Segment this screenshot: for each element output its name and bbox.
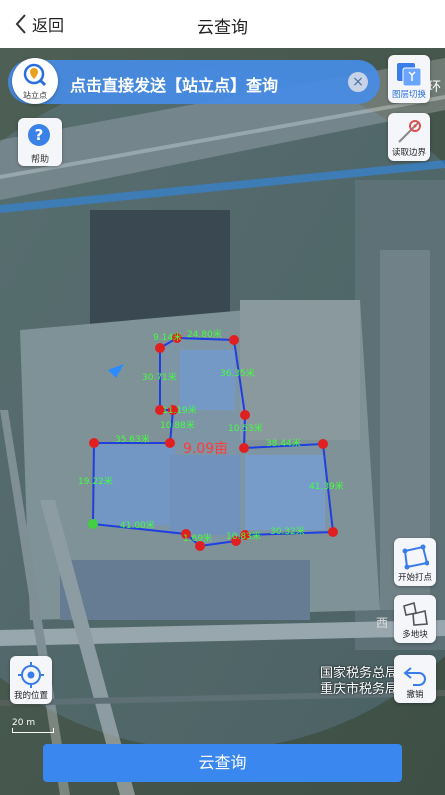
layer-switch-label: 图层切换 xyxy=(391,90,426,100)
scale-bar: 20 m xyxy=(12,718,54,733)
map-partial-label: 西 xyxy=(376,616,389,630)
place-label-line: 重庆市税务局 xyxy=(320,682,399,697)
read-boundary-label: 读取边界 xyxy=(391,148,426,158)
area-label: 9.09亩 xyxy=(183,441,229,457)
cloud-query-button[interactable]: 云查询 xyxy=(43,744,402,782)
edge-label: 30.71米 xyxy=(142,373,177,383)
query-banner[interactable]: 点击直接发送【站立点】查询 × xyxy=(8,60,380,104)
edge-label: 41.00米 xyxy=(120,521,155,531)
undo-icon xyxy=(403,667,426,686)
edge-label: 19.22米 xyxy=(78,477,113,487)
edge-label: 10.88米 xyxy=(160,421,195,431)
banner-text: 点击直接发送【站立点】查询 xyxy=(70,76,279,95)
help-button[interactable]: ? 帮助 xyxy=(18,118,62,166)
multi-parcel-label: 多地块 xyxy=(402,630,428,640)
scale-line xyxy=(12,728,54,733)
my-location-label: 我的位置 xyxy=(13,691,48,701)
place-label-line: 国家税务总局 xyxy=(320,666,399,681)
undo-label: 撤销 xyxy=(406,690,424,700)
close-icon[interactable]: × xyxy=(348,72,368,92)
help-icon: ? xyxy=(28,124,50,146)
edge-label: 10.83米 xyxy=(226,532,261,542)
edge-label: 35.63米 xyxy=(115,435,150,445)
edge-label: 41.39米 xyxy=(309,482,344,492)
edge-label: 10.53米 xyxy=(228,424,263,434)
standing-point-label: 站立点 xyxy=(23,91,47,100)
layers-icon xyxy=(397,63,422,87)
help-label: 帮助 xyxy=(30,155,49,165)
scale-label: 20 m xyxy=(12,718,36,728)
read-boundary-button[interactable]: 读取边界 xyxy=(388,113,430,161)
locate-icon xyxy=(18,662,44,688)
standing-point-button[interactable]: 站立点 xyxy=(12,58,58,104)
start-marking-label: 开始打点 xyxy=(397,573,432,583)
edge-label: 24.80米 xyxy=(187,330,222,340)
edge-label: 1.69米 xyxy=(183,534,213,544)
edge-label: 38.44米 xyxy=(266,439,301,449)
edge-label: 30.32米 xyxy=(270,527,305,537)
edge-label: 36.35米 xyxy=(220,369,255,379)
boundary-icon xyxy=(398,120,421,143)
multi-polygon-icon xyxy=(403,601,428,626)
my-location-button[interactable]: 我的位置 xyxy=(10,656,52,704)
edge-label: 9.14米 xyxy=(153,333,183,343)
multi-parcel-button[interactable]: 多地块 xyxy=(394,595,436,643)
search-location-icon xyxy=(23,63,47,87)
undo-button[interactable]: 撤销 xyxy=(394,655,436,703)
place-label: 国家税务总局 重庆市税务局 xyxy=(320,666,398,698)
polygon-marker-icon xyxy=(402,544,429,570)
page-title: 云查询 xyxy=(197,18,248,38)
top-bar: 返回 云查询 xyxy=(0,0,445,48)
edge-label: 11.19米 xyxy=(162,406,197,416)
start-marking-button[interactable]: 开始打点 xyxy=(394,538,436,586)
layer-switch-button[interactable]: 图层切换 xyxy=(388,55,430,103)
